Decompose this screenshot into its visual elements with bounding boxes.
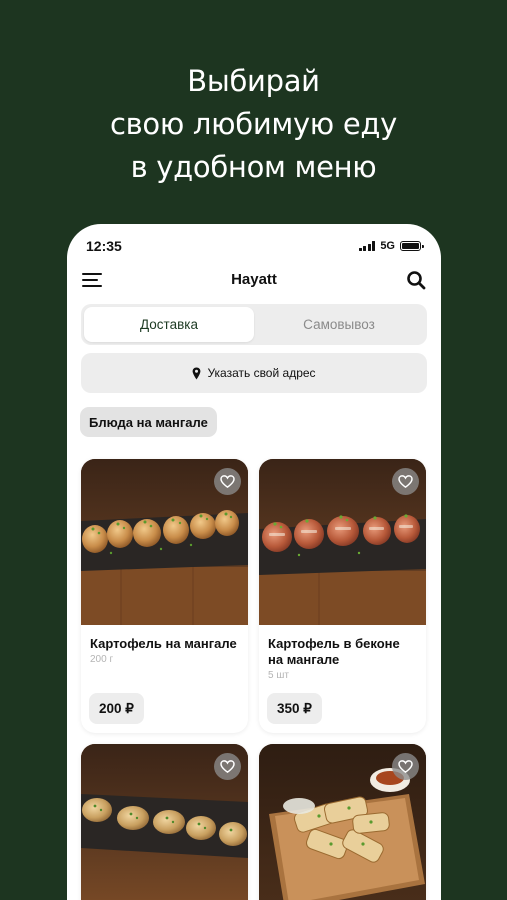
tab-pickup[interactable]: Самовывоз [254, 307, 424, 342]
tab-delivery[interactable]: Доставка [84, 307, 254, 342]
favorite-heart-icon[interactable] [392, 753, 419, 780]
price-button[interactable]: 350 ₽ [267, 693, 322, 724]
product-name: Картофель в беконе на мангале [268, 636, 400, 667]
product-weight: 200 г [90, 654, 114, 665]
address-label: Указать свой адрес [207, 366, 316, 380]
address-button[interactable]: Указать свой адрес [81, 353, 427, 393]
headline-line-3: в удобном меню [130, 150, 377, 184]
app-title: Hayatt [231, 271, 277, 288]
product-name: Картофель на мангале [90, 636, 237, 651]
product-card[interactable]: Картофель на мангале 200 г 200 ₽ [81, 459, 248, 733]
network-type: 5G [380, 240, 395, 252]
headline-line-1: Выбирай [187, 64, 320, 98]
favorite-heart-icon[interactable] [214, 753, 241, 780]
category-chip[interactable]: Блюда на мангале [80, 407, 217, 437]
product-card[interactable] [81, 744, 248, 900]
product-card[interactable]: Картофель в беконе на мангале 5 шт 350 ₽ [259, 459, 426, 733]
product-image [81, 459, 248, 625]
battery-icon [400, 241, 424, 251]
promo-headline: Выбирай свою любимую еду в удобном меню [0, 60, 507, 189]
product-weight: 5 шт [268, 670, 289, 681]
phone-screen: 12:35 5G Hayatt Доставка Самовывоз Указа… [67, 224, 441, 900]
price-button[interactable]: 200 ₽ [89, 693, 144, 724]
favorite-heart-icon[interactable] [392, 468, 419, 495]
headline-line-2: свою любимую еду [109, 107, 397, 141]
signal-icon [358, 241, 376, 251]
status-time: 12:35 [86, 238, 122, 254]
location-pin-icon [193, 367, 201, 379]
search-icon[interactable] [406, 270, 426, 290]
app-bar: Hayatt [67, 268, 441, 292]
product-image [259, 459, 426, 625]
product-card[interactable] [259, 744, 426, 900]
delivery-mode-toggle: Доставка Самовывоз [81, 304, 427, 345]
status-bar: 12:35 5G [67, 238, 441, 254]
favorite-heart-icon[interactable] [214, 468, 241, 495]
product-image [259, 744, 426, 900]
product-image [81, 744, 248, 900]
